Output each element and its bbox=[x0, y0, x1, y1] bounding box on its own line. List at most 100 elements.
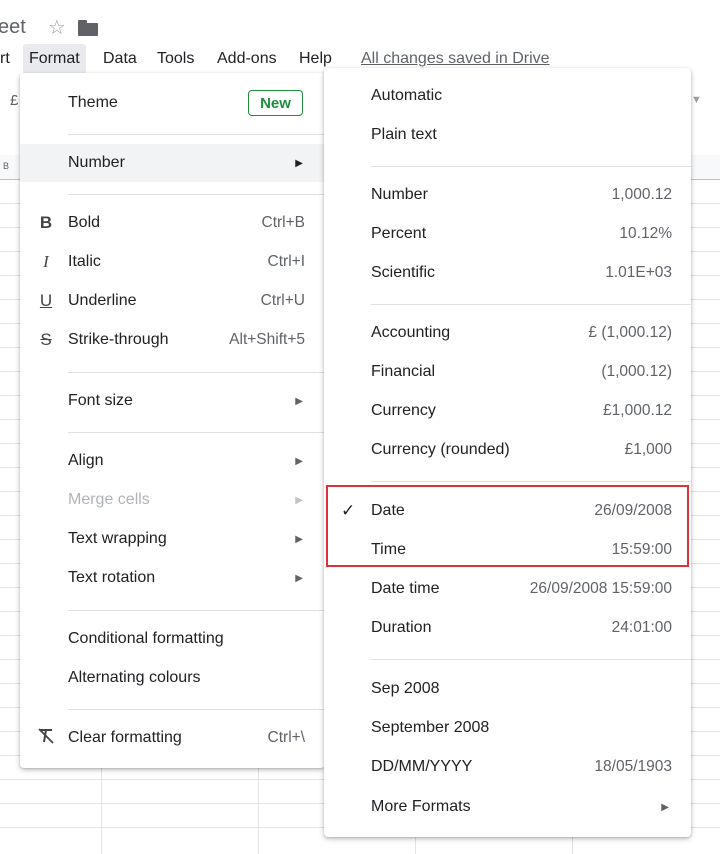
divider bbox=[68, 194, 325, 195]
number-item-accounting[interactable]: Accounting £ (1,000.12) bbox=[324, 314, 691, 352]
strikethrough-shortcut: Alt+Shift+5 bbox=[229, 331, 305, 348]
submenu-arrow-icon: ▶ bbox=[295, 395, 303, 407]
menu-item-alternating-colours[interactable]: Alternating colours bbox=[20, 659, 325, 697]
scientific-label: Scientific bbox=[371, 264, 436, 281]
folder-icon[interactable] bbox=[77, 19, 98, 36]
number-item-currency[interactable]: Currency £1,000.12 bbox=[324, 392, 691, 430]
submenu-arrow-icon: ▶ bbox=[661, 801, 669, 813]
divider bbox=[68, 372, 325, 373]
date-time-label: Date time bbox=[371, 580, 440, 597]
clear-formatting-icon bbox=[37, 727, 55, 750]
underline-icon: U bbox=[39, 291, 53, 310]
clear-formatting-shortcut: Ctrl+\ bbox=[267, 729, 305, 746]
financial-example: (1,000.12) bbox=[601, 363, 672, 380]
menu-item-font-size[interactable]: Font size ▶ bbox=[20, 382, 325, 420]
number-item-dd-mm-yyyy[interactable]: DD/MM/YYYY 18/05/1903 bbox=[324, 748, 691, 786]
text-wrapping-label: Text wrapping bbox=[68, 530, 167, 547]
italic-shortcut: Ctrl+I bbox=[267, 253, 305, 270]
number-item-scientific[interactable]: Scientific 1.01E+03 bbox=[324, 254, 691, 292]
number-item-duration[interactable]: Duration 24:01:00 bbox=[324, 609, 691, 647]
number-item-month-year-long[interactable]: September 2008 bbox=[324, 709, 691, 747]
number-format-example: 1,000.12 bbox=[611, 186, 672, 203]
number-item-plain-text[interactable]: Plain text bbox=[324, 116, 691, 154]
chevron-down-icon[interactable]: ▼ bbox=[691, 94, 702, 106]
divider bbox=[68, 134, 325, 135]
number-item-month-year-short[interactable]: Sep 2008 bbox=[324, 670, 691, 708]
currency-format-button[interactable]: £ bbox=[10, 92, 18, 109]
strikethrough-icon: S bbox=[40, 330, 52, 349]
divider bbox=[68, 610, 325, 611]
submenu-arrow-icon: ▶ bbox=[295, 572, 303, 584]
accounting-example: £ (1,000.12) bbox=[588, 324, 672, 341]
number-label: Number bbox=[68, 154, 125, 171]
menu-item-italic[interactable]: I Italic Ctrl+I bbox=[20, 243, 325, 281]
menu-item-conditional-formatting[interactable]: Conditional formatting bbox=[20, 620, 325, 658]
theme-label: Theme bbox=[68, 94, 118, 111]
menu-item-text-rotation[interactable]: Text rotation ▶ bbox=[20, 559, 325, 597]
text-rotation-label: Text rotation bbox=[68, 569, 156, 586]
dd-mm-yyyy-example: 18/05/1903 bbox=[594, 758, 672, 775]
submenu-arrow-icon: ▶ bbox=[295, 157, 303, 169]
italic-icon: I bbox=[43, 252, 49, 271]
duration-example: 24:01:00 bbox=[611, 619, 672, 636]
menu-item-bold[interactable]: B Bold Ctrl+B bbox=[20, 204, 325, 242]
financial-label: Financial bbox=[371, 363, 436, 380]
document-title[interactable]: eet bbox=[0, 16, 26, 39]
duration-label: Duration bbox=[371, 619, 432, 636]
underline-shortcut: Ctrl+U bbox=[260, 292, 305, 309]
number-format-label: Number bbox=[371, 186, 428, 203]
highlight-annotation-box bbox=[326, 485, 689, 567]
menu-tools[interactable]: Tools bbox=[157, 44, 194, 74]
conditional-formatting-label: Conditional formatting bbox=[68, 630, 224, 647]
number-item-automatic[interactable]: Automatic bbox=[324, 77, 691, 115]
menu-item-text-wrapping[interactable]: Text wrapping ▶ bbox=[20, 520, 325, 558]
divider bbox=[371, 481, 691, 482]
number-item-more-formats[interactable]: More Formats ▶ bbox=[324, 788, 691, 826]
menu-item-underline[interactable]: U Underline Ctrl+U bbox=[20, 282, 325, 320]
accounting-label: Accounting bbox=[371, 324, 451, 341]
strikethrough-label: Strike-through bbox=[68, 331, 169, 348]
column-header-b[interactable]: B bbox=[3, 161, 9, 171]
divider bbox=[68, 432, 325, 433]
submenu-arrow-icon: ▶ bbox=[295, 494, 303, 506]
currency-label: Currency bbox=[371, 402, 436, 419]
format-menu: Theme New Number ▶ B Bold Ctrl+B I Itali… bbox=[20, 73, 325, 768]
bold-label: Bold bbox=[68, 214, 101, 231]
number-item-number[interactable]: Number 1,000.12 bbox=[324, 176, 691, 214]
menu-item-clear-formatting[interactable]: Clear formatting Ctrl+\ bbox=[20, 719, 325, 757]
percent-label: Percent bbox=[371, 225, 427, 242]
star-icon[interactable]: ☆ bbox=[48, 15, 66, 40]
number-item-currency-rounded[interactable]: Currency (rounded) £1,000 bbox=[324, 431, 691, 469]
menu-data[interactable]: Data bbox=[103, 44, 137, 74]
month-year-short-label: Sep 2008 bbox=[371, 680, 440, 697]
dd-mm-yyyy-label: DD/MM/YYYY bbox=[371, 758, 473, 775]
menu-item-number[interactable]: Number ▶ bbox=[20, 144, 325, 182]
menu-insert[interactable]: rt bbox=[0, 44, 10, 74]
clear-formatting-label: Clear formatting bbox=[68, 729, 182, 746]
menu-item-align[interactable]: Align ▶ bbox=[20, 442, 325, 480]
percent-example: 10.12% bbox=[619, 225, 672, 242]
divider bbox=[68, 709, 325, 710]
submenu-arrow-icon: ▶ bbox=[295, 533, 303, 545]
divider bbox=[371, 166, 691, 167]
currency-example: £1,000.12 bbox=[603, 402, 672, 419]
font-size-label: Font size bbox=[68, 392, 133, 409]
number-item-date-time[interactable]: Date time 26/09/2008 15:59:00 bbox=[324, 570, 691, 608]
submenu-arrow-icon: ▶ bbox=[295, 455, 303, 467]
menu-addons[interactable]: Add-ons bbox=[217, 44, 277, 74]
number-format-submenu: Automatic Plain text Number 1,000.12 Per… bbox=[324, 68, 691, 837]
number-item-financial[interactable]: Financial (1,000.12) bbox=[324, 353, 691, 391]
menu-format[interactable]: Format bbox=[23, 44, 86, 74]
currency-rounded-label: Currency (rounded) bbox=[371, 441, 510, 458]
bold-icon: B bbox=[39, 213, 53, 232]
menu-item-merge-cells: Merge cells ▶ bbox=[20, 481, 325, 519]
more-formats-label: More Formats bbox=[371, 798, 471, 815]
bold-shortcut: Ctrl+B bbox=[261, 214, 306, 231]
menu-item-strikethrough[interactable]: S Strike-through Alt+Shift+5 bbox=[20, 321, 325, 359]
divider bbox=[371, 659, 691, 660]
italic-label: Italic bbox=[68, 253, 101, 270]
number-item-percent[interactable]: Percent 10.12% bbox=[324, 215, 691, 253]
title-row: eet ☆ bbox=[0, 12, 98, 42]
merge-cells-label: Merge cells bbox=[68, 491, 150, 508]
month-year-long-label: September 2008 bbox=[371, 719, 490, 736]
